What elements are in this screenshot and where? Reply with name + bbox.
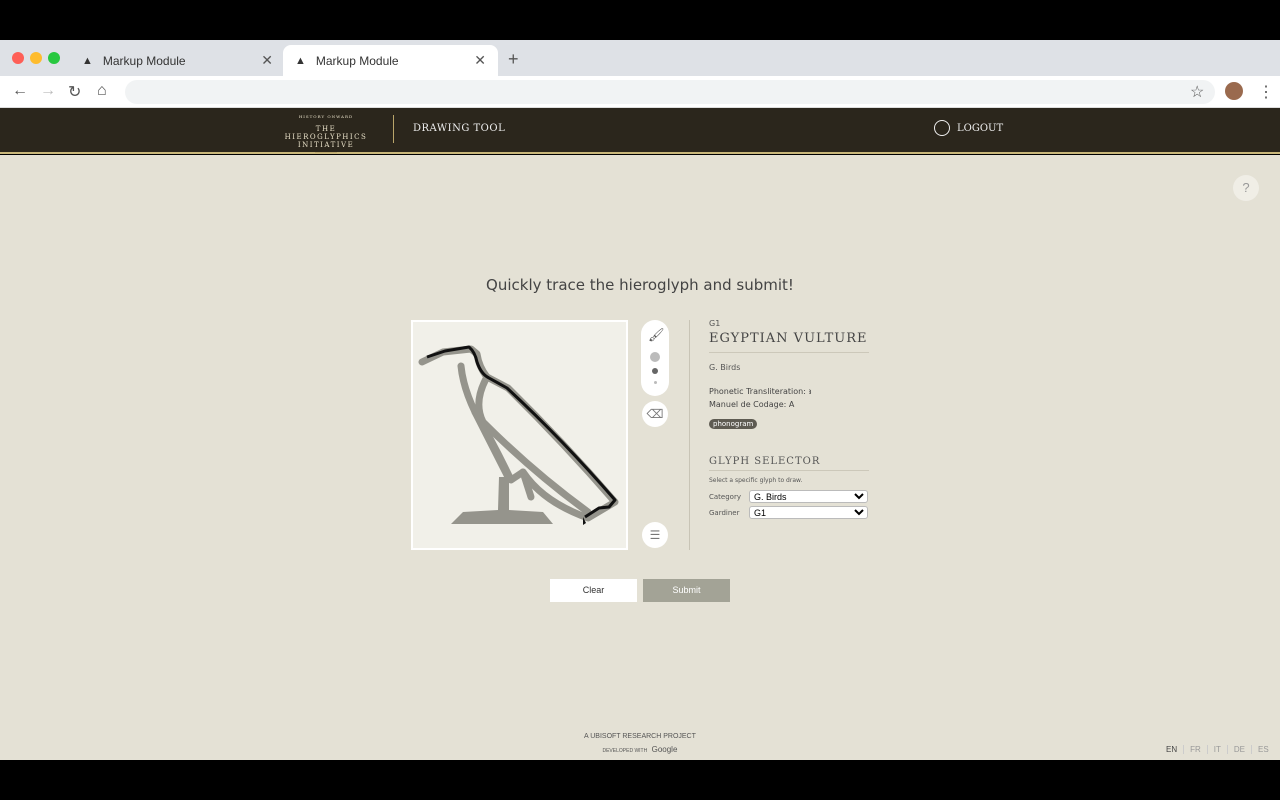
brush-size-large[interactable]	[650, 352, 660, 362]
main-content: ? Quickly trace the hieroglyph and submi…	[0, 155, 1280, 760]
logo-line1: THE HIEROGLYPHICS	[284, 125, 368, 141]
gardiner-label: Gardiner	[709, 508, 740, 517]
submit-button[interactable]: Submit	[643, 579, 730, 602]
url-input[interactable]	[125, 80, 1215, 104]
drawing-tool-label: DRAWING TOOL	[413, 123, 506, 134]
tab-title: Markup Module	[315, 53, 399, 68]
eraser-icon[interactable]: ⌫	[642, 401, 668, 427]
reload-icon[interactable]: ↻	[68, 82, 81, 102]
lang-en[interactable]: EN	[1160, 745, 1183, 754]
tab-title: Markup Module	[102, 53, 186, 68]
profile-avatar[interactable]	[1225, 82, 1243, 100]
settings-sliders-icon[interactable]: ☰	[642, 522, 668, 548]
developed-with-label: DEVELOPED WITH	[602, 748, 648, 754]
maximize-window-button[interactable]	[48, 52, 60, 64]
site-icon: ▲	[82, 54, 93, 67]
manuel-de-codage: Manuel de Codage: A	[709, 400, 795, 409]
site-header: HISTORY ONWARD THE HIEROGLYPHICS INITIAT…	[0, 108, 1280, 154]
logo-tagline: HISTORY ONWARD	[298, 114, 354, 119]
bookmark-star-icon[interactable]: ☆	[1190, 82, 1204, 102]
brush-size-medium[interactable]	[652, 368, 658, 374]
menu-icon[interactable]: ⋮	[1258, 82, 1274, 102]
minimize-window-button[interactable]	[30, 52, 42, 64]
glyph-name: EGYPTIAN VULTURE	[709, 331, 869, 353]
user-icon	[934, 120, 950, 136]
brush-size-small[interactable]	[654, 381, 657, 384]
phonogram-badge: phonogram	[709, 419, 758, 429]
close-tab-icon[interactable]: ✕	[474, 52, 486, 69]
header-divider	[393, 115, 394, 143]
panel-divider	[689, 320, 690, 550]
brush-size-picker: 🖌︎	[641, 320, 669, 396]
language-switcher: EN FR IT DE ES	[1160, 745, 1275, 754]
vulture-glyph-drawing	[418, 345, 619, 527]
glyph-code: G1	[709, 319, 721, 328]
lang-es[interactable]: ES	[1251, 745, 1275, 754]
close-tab-icon[interactable]: ✕	[261, 52, 273, 69]
instruction-text: Quickly trace the hieroglyph and submit!	[486, 276, 794, 294]
brush-icon[interactable]: 🖌︎	[648, 327, 665, 343]
lang-fr[interactable]: FR	[1183, 745, 1207, 754]
address-bar: ← → ↻ ⌂ ☆ ⋮	[0, 76, 1280, 108]
lang-it[interactable]: IT	[1206, 745, 1227, 754]
site-icon: ▲	[295, 54, 306, 67]
clear-button[interactable]: Clear	[550, 579, 637, 602]
logout-label: LOGOUT	[957, 122, 1004, 134]
back-icon[interactable]: ←	[12, 82, 28, 100]
glyph-selector-heading: GLYPH SELECTOR	[709, 456, 869, 471]
glyph-category: G. Birds	[709, 363, 741, 372]
phonetic-transliteration: Phonetic Transliteration: ꜣ	[709, 387, 812, 396]
category-label: Category	[709, 492, 741, 501]
gardiner-select[interactable]: G1	[749, 506, 868, 519]
forward-icon[interactable]: →	[40, 82, 56, 100]
footer-credits: A UBISOFT RESEARCH PROJECT DEVELOPED WIT…	[584, 733, 696, 754]
logout-button[interactable]: LOGOUT	[934, 120, 1003, 136]
drawing-canvas[interactable]	[411, 320, 628, 550]
lang-de[interactable]: DE	[1226, 745, 1251, 754]
glyph-selector-description: Select a specific glyph to draw.	[709, 477, 803, 484]
ubisoft-credit[interactable]: A UBISOFT RESEARCH PROJECT	[584, 733, 696, 740]
close-window-button[interactable]	[12, 52, 24, 64]
browser-tab[interactable]: ▲ Markup Module ✕	[70, 45, 285, 76]
help-button[interactable]: ?	[1233, 175, 1259, 201]
logo-line2: INITIATIVE	[297, 141, 355, 149]
browser-tab-active[interactable]: ▲ Markup Module ✕	[283, 45, 498, 76]
new-tab-button[interactable]: +	[508, 49, 519, 70]
hieroglyphics-initiative-logo[interactable]: HISTORY ONWARD THE HIEROGLYPHICS INITIAT…	[276, 112, 376, 156]
home-icon[interactable]: ⌂	[97, 82, 107, 100]
google-logo[interactable]: Google	[652, 745, 678, 754]
glyph-info-panel: G1 EGYPTIAN VULTURE G. Birds Phonetic Tr…	[709, 319, 869, 519]
category-select[interactable]: G. Birds	[749, 490, 868, 503]
